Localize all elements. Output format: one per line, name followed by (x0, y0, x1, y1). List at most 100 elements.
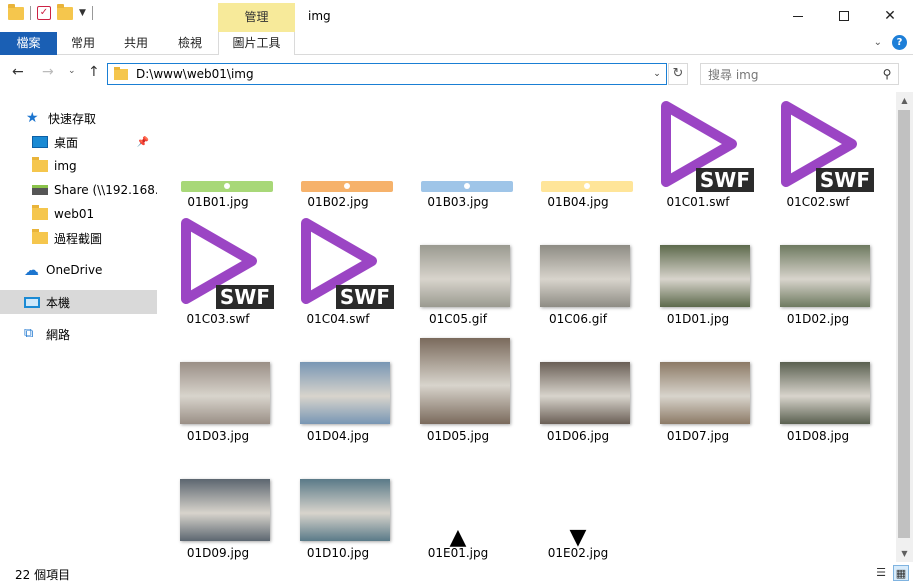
swf-badge: SWF (335, 285, 394, 309)
chevron-down-icon[interactable]: ⌄ (648, 69, 666, 79)
image-thumbnail (420, 245, 510, 307)
search-box[interactable]: 搜尋 img ⚲ (700, 63, 899, 85)
window-controls: ✕ (775, 0, 913, 32)
sidebar-item-desktop[interactable]: 桌面 📌 (0, 130, 157, 154)
sidebar-item-onedrive[interactable]: ☁ OneDrive (0, 258, 157, 282)
help-icon[interactable]: ? (892, 35, 907, 50)
minimize-icon (793, 15, 803, 17)
forward-arrow-icon[interactable]: → (42, 64, 54, 80)
status-bar: 22 個項目 ☰ ▦ (0, 562, 913, 585)
tab-picture-tools[interactable]: 圖片工具 (218, 32, 295, 55)
toolbar-divider (91, 6, 93, 20)
file-item[interactable]: SWF 01C03.swf (160, 209, 276, 326)
up-arrow-icon[interactable]: ↑ (88, 64, 100, 80)
customize-toolbar-icon[interactable]: ▼ (79, 8, 86, 18)
file-item[interactable]: 01D04.jpg (280, 326, 396, 443)
tab-home[interactable]: 常用 (63, 32, 103, 55)
navigation-pane: ★ 快速存取 桌面 📌 img Share (\\192.168.1 web01… (0, 92, 160, 562)
file-item[interactable]: 01C05.gif (400, 209, 516, 326)
file-item[interactable]: 01D07.jpg (640, 326, 756, 443)
file-item[interactable]: 01D06.jpg (520, 326, 636, 443)
file-item[interactable]: 01D05.jpg (400, 326, 516, 443)
banner-thumbnail (421, 181, 513, 192)
file-item[interactable]: 01D10.jpg (280, 443, 396, 560)
file-name-label: 01B03.jpg (427, 195, 489, 209)
folder-icon (114, 66, 128, 80)
ribbon-tabs: 檔案 常用 共用 檢視 圖片工具 ⌄ ? (0, 32, 913, 55)
minimize-button[interactable] (775, 0, 821, 32)
file-name-label: 01C04.swf (306, 312, 370, 326)
tab-file[interactable]: 檔案 (0, 32, 57, 55)
sidebar-item-label: OneDrive (46, 263, 103, 277)
sidebar-item-share[interactable]: Share (\\192.168.1 (0, 178, 157, 202)
file-item[interactable]: SWF 01C04.swf (280, 209, 396, 326)
search-input[interactable]: 搜尋 img (701, 66, 876, 83)
image-thumbnail (540, 362, 630, 424)
logo-icon (464, 182, 470, 189)
file-item[interactable]: 01B03.jpg (400, 92, 516, 209)
file-item[interactable]: SWF 01C01.swf (640, 92, 756, 209)
file-name-label: 01B04.jpg (547, 195, 609, 209)
vertical-scrollbar[interactable]: ▲ ▼ (896, 92, 913, 562)
properties-icon[interactable]: ✓ (37, 6, 51, 20)
file-item[interactable]: ▲ 01E01.jpg (400, 443, 516, 560)
sidebar-item-label: 網路 (46, 327, 71, 342)
image-thumbnail (300, 362, 390, 424)
search-icon[interactable]: ⚲ (876, 67, 898, 81)
image-thumbnail (780, 362, 870, 424)
file-name-label: 01E01.jpg (427, 546, 489, 560)
file-item[interactable]: 01D02.jpg (760, 209, 876, 326)
manage-context-tab[interactable]: 管理 (218, 3, 295, 32)
maximize-button[interactable] (821, 0, 867, 32)
image-thumbnail (420, 338, 510, 424)
back-arrow-icon[interactable]: ← (12, 64, 24, 80)
file-name-label: 01D07.jpg (666, 429, 730, 443)
sidebar-item-this-pc[interactable]: 本機 (0, 290, 157, 314)
file-item[interactable]: 01B01.jpg (160, 92, 276, 209)
banner-thumbnail (541, 181, 633, 192)
swf-badge: SWF (215, 285, 274, 309)
scroll-up-arrow-icon[interactable]: ▲ (896, 92, 913, 109)
address-bar[interactable]: D:\www\web01\img ⌄ (107, 63, 667, 85)
file-grid: 01B01.jpg 01B02.jpg 01B03.jpg 01B04.jpg SWF 0… (160, 92, 895, 562)
large-icons-view-icon[interactable]: ▦ (893, 565, 909, 581)
sidebar-item-label: Share (\\192.168.1 (54, 183, 157, 197)
file-item[interactable]: 01B02.jpg (280, 92, 396, 209)
file-name-label: 01C03.swf (186, 312, 250, 326)
logo-icon (224, 182, 230, 189)
file-name-label: 01D08.jpg (786, 429, 850, 443)
expand-ribbon-icon[interactable]: ⌄ (874, 37, 882, 48)
folder-icon (8, 3, 24, 20)
tab-view[interactable]: 檢視 (170, 32, 210, 55)
folder-icon (32, 157, 48, 172)
scrollbar-thumb[interactable] (898, 110, 910, 538)
details-view-icon[interactable]: ☰ (873, 565, 889, 581)
file-item[interactable]: 01B04.jpg (520, 92, 636, 209)
file-item[interactable]: SWF 01C02.swf (760, 92, 876, 209)
close-button[interactable]: ✕ (867, 0, 913, 32)
scroll-down-arrow-icon[interactable]: ▼ (896, 545, 913, 562)
sidebar-item-network[interactable]: ⧉ 網路 (0, 322, 157, 346)
file-name-label: 01C05.gif (429, 312, 487, 326)
file-item[interactable]: 01D03.jpg (160, 326, 276, 443)
network-drive-icon (32, 185, 48, 195)
sidebar-item-label: img (54, 159, 77, 173)
sidebar-item-web01[interactable]: web01 (0, 202, 157, 226)
recent-locations-icon[interactable]: ⌄ (68, 66, 76, 76)
sidebar-item-screenshots[interactable]: 過程截圖 (0, 226, 157, 250)
new-folder-icon[interactable] (57, 3, 73, 20)
file-name-label: 01E02.jpg (547, 546, 609, 560)
pin-icon[interactable]: 📌 (137, 137, 149, 148)
sidebar-item-quick-access[interactable]: ★ 快速存取 (0, 106, 157, 130)
tab-share[interactable]: 共用 (116, 32, 156, 55)
file-item[interactable]: 01D01.jpg (640, 209, 756, 326)
file-item[interactable]: 01D08.jpg (760, 326, 876, 443)
file-item[interactable]: 01D09.jpg (160, 443, 276, 560)
window-title: img (308, 9, 331, 23)
image-thumbnail (660, 362, 750, 424)
file-item[interactable]: 01C06.gif (520, 209, 636, 326)
refresh-button[interactable]: ↻ (668, 63, 688, 85)
sidebar-item-img[interactable]: img (0, 154, 157, 178)
file-item[interactable]: ▼ 01E02.jpg (520, 443, 636, 560)
address-path[interactable]: D:\www\web01\img (136, 67, 648, 81)
